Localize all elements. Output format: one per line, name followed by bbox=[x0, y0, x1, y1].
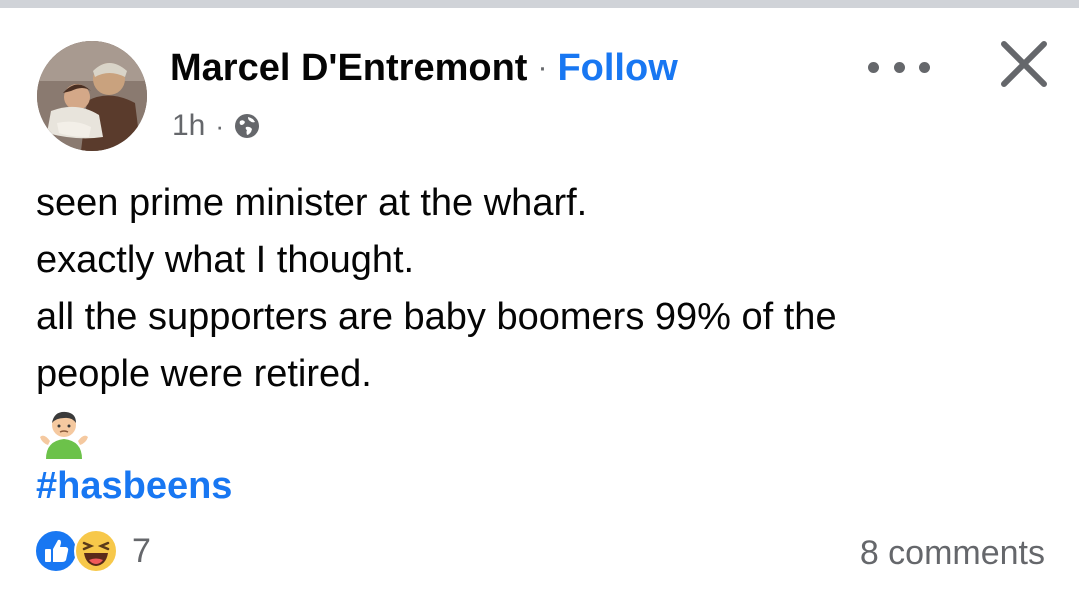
reaction-count: 7 bbox=[132, 531, 151, 570]
name-separator: · bbox=[537, 51, 548, 84]
post-text-line: all the supporters are baby boomers 99% … bbox=[36, 296, 837, 338]
post-meta: 1h · bbox=[172, 106, 260, 146]
follow-button[interactable]: Follow bbox=[557, 47, 677, 90]
post-time[interactable]: 1h bbox=[172, 109, 205, 143]
more-options-icon-dot bbox=[893, 61, 905, 73]
meta-separator: · bbox=[215, 110, 225, 141]
globe-icon bbox=[235, 114, 260, 138]
hashtag-link[interactable]: #hasbeens bbox=[36, 465, 232, 508]
author-line: Marcel D'Entremont · Follow bbox=[170, 44, 678, 92]
post-text-line: people were retired. bbox=[36, 353, 372, 395]
author-avatar[interactable] bbox=[37, 41, 147, 151]
more-options-button[interactable] bbox=[868, 52, 930, 82]
more-options-icon-dot bbox=[919, 61, 930, 73]
more-options-icon bbox=[868, 61, 879, 73]
close-button[interactable] bbox=[994, 34, 1054, 94]
like-icon bbox=[34, 529, 78, 573]
comments-count-link[interactable]: 8 comments bbox=[860, 529, 1045, 577]
haha-icon bbox=[74, 529, 118, 573]
author-name[interactable]: Marcel D'Entremont bbox=[170, 47, 527, 90]
close-icon bbox=[1001, 41, 1047, 87]
man-shrugging-emoji bbox=[36, 407, 92, 459]
post-body: seen prime minister at the wharf. exactl… bbox=[36, 175, 1046, 403]
post-card: Marcel D'Entremont · Follow 1h · seen pr… bbox=[0, 0, 1079, 592]
avatar-photo bbox=[37, 41, 147, 151]
post-text-line: seen prime minister at the wharf. bbox=[36, 182, 588, 224]
post-text-line: exactly what I thought. bbox=[36, 239, 415, 281]
reactions-summary[interactable]: 7 bbox=[34, 527, 151, 575]
